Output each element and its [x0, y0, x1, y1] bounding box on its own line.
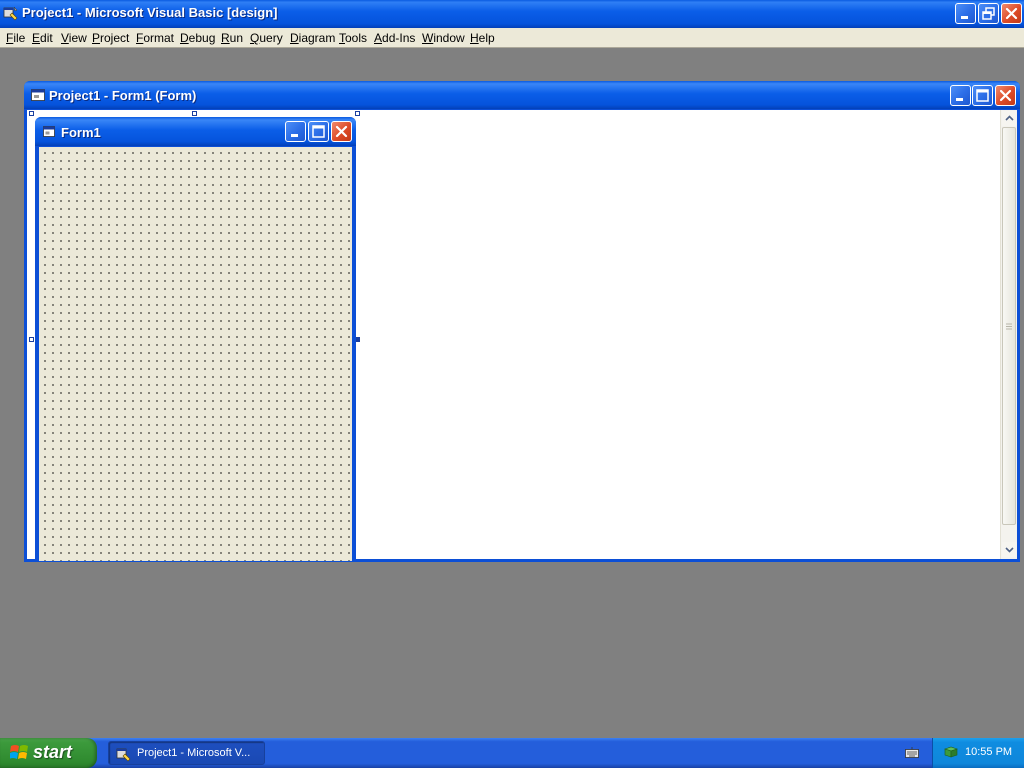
menu-view[interactable]: View: [61, 31, 87, 45]
resize-handle-top-left: [29, 111, 34, 116]
scroll-down-button[interactable]: [1002, 542, 1017, 557]
scrollbar-thumb[interactable]: [1002, 127, 1016, 525]
menu-file[interactable]: File: [6, 31, 25, 45]
menu-project[interactable]: Project: [92, 31, 129, 45]
network-icon[interactable]: [943, 745, 959, 761]
form1-close-button[interactable]: [331, 121, 352, 142]
designer-minimize-button[interactable]: [950, 85, 971, 106]
maximize-icon: [976, 89, 989, 102]
app-title: Project1 - Microsoft Visual Basic [desig…: [22, 5, 278, 20]
form1-window[interactable]: Form1: [35, 117, 356, 561]
minimize-icon: [961, 16, 968, 19]
visual-basic-icon: [116, 748, 131, 762]
form-icon[interactable]: [31, 89, 45, 101]
menu-format[interactable]: Format: [136, 31, 174, 45]
minimize-icon: [291, 134, 298, 137]
form1-title: Form1: [61, 125, 101, 140]
restore-button[interactable]: [978, 3, 999, 24]
taskbar-item-label: Project1 - Microsoft V...: [137, 747, 251, 759]
menu-edit[interactable]: Edit: [32, 31, 53, 45]
menu-debug[interactable]: Debug: [180, 31, 215, 45]
close-icon: [999, 89, 1012, 102]
vertical-scrollbar[interactable]: [1000, 110, 1017, 559]
menu-add-ins[interactable]: Add-Ins: [374, 31, 415, 45]
close-icon: [335, 125, 348, 138]
form1-maximize-button[interactable]: [308, 121, 329, 142]
maximize-icon: [312, 125, 325, 138]
menu-diagram[interactable]: Diagram: [290, 31, 335, 45]
minimize-icon: [956, 98, 963, 101]
taskbar: start Project1 - Microsoft V... 10:55 PM: [0, 738, 1024, 768]
close-icon: [1005, 7, 1018, 20]
app-title-bar[interactable]: Project1 - Microsoft Visual Basic [desig…: [0, 0, 1024, 28]
visual-basic-icon[interactable]: [3, 5, 19, 21]
taskbar-item-visual-basic[interactable]: Project1 - Microsoft V...: [108, 741, 265, 765]
form1-title-bar[interactable]: Form1: [35, 117, 356, 146]
form-designer-title: Project1 - Form1 (Form): [49, 88, 197, 103]
menu-run[interactable]: Run: [221, 31, 243, 45]
minimize-button[interactable]: [955, 3, 976, 24]
form1-design-grid[interactable]: [39, 147, 352, 561]
start-label: start: [33, 742, 73, 762]
resize-handle-top-right: [355, 111, 360, 116]
form-designer-canvas[interactable]: Form1: [27, 110, 1017, 561]
restore-icon: [982, 7, 995, 20]
menu-window[interactable]: Window: [422, 31, 465, 45]
designer-close-button[interactable]: [995, 85, 1016, 106]
start-button[interactable]: start: [0, 738, 97, 768]
clock[interactable]: 10:55 PM: [965, 746, 1012, 758]
resize-handle-top-center: [192, 111, 197, 116]
form-designer-window[interactable]: Project1 - Form1 (Form) Form1: [24, 81, 1020, 562]
form-icon: [43, 126, 55, 137]
close-button[interactable]: [1001, 3, 1022, 24]
windows-logo-icon: [10, 745, 28, 759]
chevron-down-icon: [1005, 547, 1014, 553]
menu-query[interactable]: Query: [250, 31, 283, 45]
chevron-up-icon: [1005, 115, 1014, 121]
scroll-up-button[interactable]: [1002, 111, 1017, 126]
system-tray: 10:55 PM: [932, 738, 1024, 768]
designer-maximize-button[interactable]: [972, 85, 993, 106]
keyboard-icon[interactable]: [905, 746, 919, 760]
grip-icon: [1006, 323, 1012, 330]
form1-minimize-button[interactable]: [285, 121, 306, 142]
menu-tools[interactable]: Tools: [339, 31, 367, 45]
resize-handle-middle-left: [29, 337, 34, 342]
menu-bar: File Edit View Project Format Debug Run …: [0, 28, 1024, 48]
form-designer-title-bar[interactable]: Project1 - Form1 (Form): [24, 81, 1020, 109]
menu-help[interactable]: Help: [470, 31, 495, 45]
